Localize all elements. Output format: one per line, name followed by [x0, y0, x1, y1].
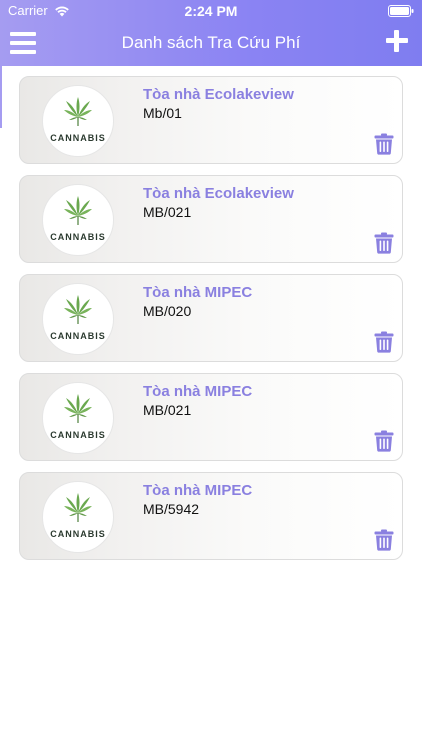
logo-text: CANNABIS: [50, 331, 106, 341]
delete-button[interactable]: [374, 430, 394, 452]
page-title: Danh sách Tra Cứu Phí: [121, 33, 301, 52]
cannabis-leaf-icon: [64, 295, 92, 324]
building-name: Tòa nhà MIPEC: [143, 284, 253, 301]
status-bar: Carrier 2:24 PM: [0, 0, 422, 22]
battery-icon: [388, 5, 414, 17]
unit-code: MB/5942: [143, 501, 200, 517]
building-name: Tòa nhà MIPEC: [143, 482, 253, 499]
delete-button[interactable]: [374, 232, 394, 254]
unit-code: Mb/01: [143, 105, 182, 121]
list-item[interactable]: CANNABIS Tòa nhà MIPEC MB/020: [19, 274, 403, 362]
trash-icon: [374, 232, 394, 254]
delete-button[interactable]: [374, 133, 394, 155]
trash-icon: [374, 529, 394, 551]
unit-code: MB/021: [143, 204, 192, 220]
status-time: 2:24 PM: [184, 3, 238, 19]
cannabis-logo: CANNABIS: [42, 184, 114, 256]
logo-text: CANNABIS: [50, 133, 106, 143]
building-name: Tòa nhà MIPEC: [143, 383, 253, 400]
trash-icon: [374, 430, 394, 452]
menu-button[interactable]: [8, 30, 38, 56]
building-name: Tòa nhà Ecolakeview: [143, 86, 294, 103]
cannabis-leaf-icon: [64, 97, 92, 126]
cannabis-leaf-icon: [64, 394, 92, 423]
logo-text: CANNABIS: [50, 232, 106, 242]
cannabis-logo: CANNABIS: [42, 283, 114, 355]
unit-code: MB/020: [143, 303, 192, 319]
logo-text: CANNABIS: [50, 430, 106, 440]
cannabis-leaf-icon: [64, 493, 92, 522]
trash-icon: [374, 331, 394, 353]
building-name: Tòa nhà Ecolakeview: [143, 185, 294, 202]
cannabis-logo: CANNABIS: [42, 382, 114, 454]
unit-code: MB/021: [143, 402, 192, 418]
side-edge-accent: [0, 66, 2, 128]
navigation-bar: Danh sách Tra Cứu Phí: [0, 22, 422, 66]
list-item[interactable]: CANNABIS Tòa nhà Ecolakeview MB/021: [19, 175, 403, 263]
logo-text: CANNABIS: [50, 529, 106, 539]
list-item[interactable]: CANNABIS Tòa nhà MIPEC MB/5942: [19, 472, 403, 560]
delete-button[interactable]: [374, 529, 394, 551]
add-button[interactable]: [386, 30, 408, 52]
list-item[interactable]: CANNABIS Tòa nhà Ecolakeview Mb/01: [19, 76, 403, 164]
cannabis-logo: CANNABIS: [42, 85, 114, 157]
cannabis-leaf-icon: [64, 196, 92, 225]
header: Carrier 2:24 PM Danh sách Tra Cứu Phí: [0, 0, 422, 66]
cannabis-logo: CANNABIS: [42, 481, 114, 553]
list-item[interactable]: CANNABIS Tòa nhà MIPEC MB/021: [19, 373, 403, 461]
fee-lookup-list: CANNABIS Tòa nhà Ecolakeview Mb/01 CANNA…: [19, 76, 403, 571]
trash-icon: [374, 133, 394, 155]
delete-button[interactable]: [374, 331, 394, 353]
